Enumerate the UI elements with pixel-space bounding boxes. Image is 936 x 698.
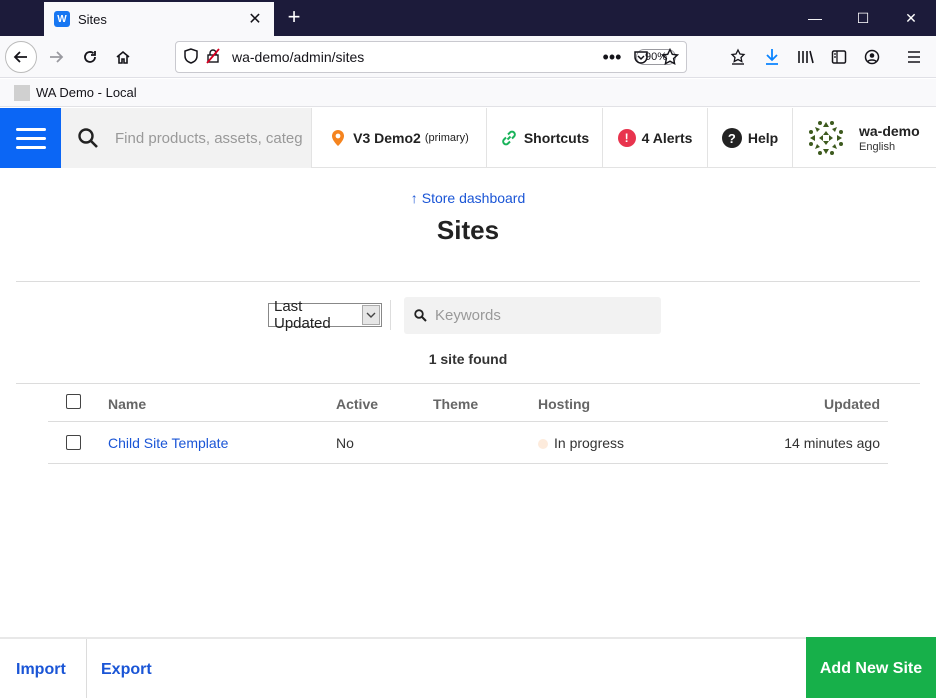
url-text: wa-demo/admin/sites (232, 49, 365, 65)
alert-icon: ! (617, 129, 636, 147)
insecure-lock-icon[interactable] (202, 47, 224, 67)
help-label: Help (747, 130, 779, 146)
keywords-input[interactable] (435, 307, 645, 324)
home-icon (116, 50, 130, 64)
alerts-label: 4 Alerts (641, 130, 693, 146)
divider (16, 281, 920, 282)
shortcuts-label: Shortcuts (523, 130, 590, 146)
column-header-hosting[interactable]: Hosting (538, 396, 590, 412)
shortcuts-button[interactable]: Shortcuts (486, 108, 602, 168)
alerts-button[interactable]: ! 4 Alerts (602, 108, 707, 168)
bookmark-favicon-icon (14, 84, 30, 101)
column-header-updated[interactable]: Updated (824, 396, 880, 412)
tab-title: Sites (78, 11, 107, 27)
browser-navbar: wa-demo/admin/sites 90% ••• (0, 36, 936, 78)
site-name-link[interactable]: Child Site Template (108, 435, 228, 451)
global-search (61, 108, 311, 168)
breadcrumb-store-dashboard-link[interactable]: Store dashboard (422, 190, 526, 206)
shortcuts-link-icon (502, 130, 516, 146)
user-language: English (859, 141, 896, 153)
select-all-checkbox[interactable] (66, 394, 81, 409)
browser-tab-sites[interactable]: W Sites ✕ (44, 2, 274, 36)
hamburger-line (15, 145, 46, 149)
site-pin-icon (332, 130, 345, 146)
user-avatar-icon (809, 121, 843, 155)
shield-icon[interactable] (180, 47, 202, 67)
sort-select[interactable]: Last Updated (268, 298, 382, 332)
keywords-filter (404, 297, 661, 334)
minimize-window-button[interactable]: — (792, 0, 838, 36)
browser-tabbar: W Sites ✕ + — ☐ ✕ (0, 0, 936, 36)
hosting-status-label: In progress (554, 435, 625, 451)
chevron-down-icon[interactable] (362, 305, 380, 325)
breadcrumb: ↑ Store dashboard (0, 190, 936, 206)
library-icon[interactable] (790, 41, 822, 73)
site-hosting-status: In progress (538, 435, 624, 451)
bookmark-star-icon[interactable] (654, 41, 686, 73)
column-header-name[interactable]: Name (108, 396, 146, 412)
divider (16, 383, 920, 384)
tab-close-icon[interactable]: ✕ (246, 9, 264, 29)
forward-button[interactable] (40, 41, 72, 73)
search-icon[interactable] (77, 127, 99, 149)
back-button[interactable] (5, 41, 37, 73)
add-new-site-button[interactable]: Add New Site (806, 637, 936, 698)
site-tag: (primary) (424, 132, 469, 144)
action-footer: Import Export Add New Site (0, 637, 936, 698)
site-switcher[interactable]: V3 Demo2 (primary) (311, 108, 486, 168)
export-button[interactable]: Export (101, 639, 152, 698)
global-search-input[interactable] (115, 129, 305, 147)
sidebar-icon[interactable] (823, 41, 855, 73)
table-row-divider (48, 463, 888, 464)
back-arrow-icon (13, 51, 27, 63)
site-name: V3 Demo2 (353, 130, 421, 146)
close-window-button[interactable]: ✕ (888, 0, 934, 36)
app-header: V3 Demo2 (primary) Shortcuts ! 4 Alerts … (0, 108, 936, 168)
pocket-icon[interactable] (625, 41, 657, 73)
hamburger-line (15, 127, 46, 131)
account-icon[interactable] (856, 41, 888, 73)
import-button[interactable]: Import (16, 639, 66, 698)
user-name: wa-demo (859, 123, 920, 139)
breadcrumb-up-arrow-icon: ↑ (410, 190, 418, 206)
main-menu-button[interactable] (0, 108, 61, 168)
app-menu-icon[interactable] (898, 41, 930, 73)
footer-separator (86, 639, 87, 698)
tab-favicon-icon: W (54, 11, 70, 27)
help-button[interactable]: ? Help (707, 108, 792, 168)
filter-separator (390, 300, 391, 330)
sort-select-value: Last Updated (274, 298, 331, 332)
page-actions-icon[interactable]: ••• (596, 41, 628, 73)
hamburger-line (15, 136, 46, 140)
user-menu[interactable]: wa-demo English (792, 108, 936, 168)
site-updated-value: 14 minutes ago (784, 435, 880, 451)
save-to-reading-icon[interactable] (722, 41, 754, 73)
maximize-window-button[interactable]: ☐ (840, 0, 886, 36)
page-title: Sites (436, 215, 500, 245)
keywords-search-icon (414, 309, 427, 322)
bookmark-wa-demo-local[interactable]: WA Demo - Local (36, 85, 137, 100)
result-count: 1 site found (428, 351, 508, 367)
table-header-divider (48, 421, 888, 422)
downloads-icon[interactable] (756, 41, 788, 73)
new-tab-button[interactable]: + (282, 5, 306, 29)
reload-icon (84, 51, 96, 63)
column-header-theme[interactable]: Theme (433, 396, 478, 412)
row-checkbox[interactable] (66, 435, 81, 450)
hosting-status-dot-icon (538, 439, 548, 450)
reload-button[interactable] (74, 41, 106, 73)
site-active-value: No (336, 435, 354, 451)
column-header-active[interactable]: Active (336, 396, 378, 412)
forward-arrow-icon (50, 51, 64, 63)
help-icon: ? (721, 128, 742, 148)
home-button[interactable] (107, 41, 139, 73)
bookmarks-bar: WA Demo - Local (0, 79, 936, 107)
